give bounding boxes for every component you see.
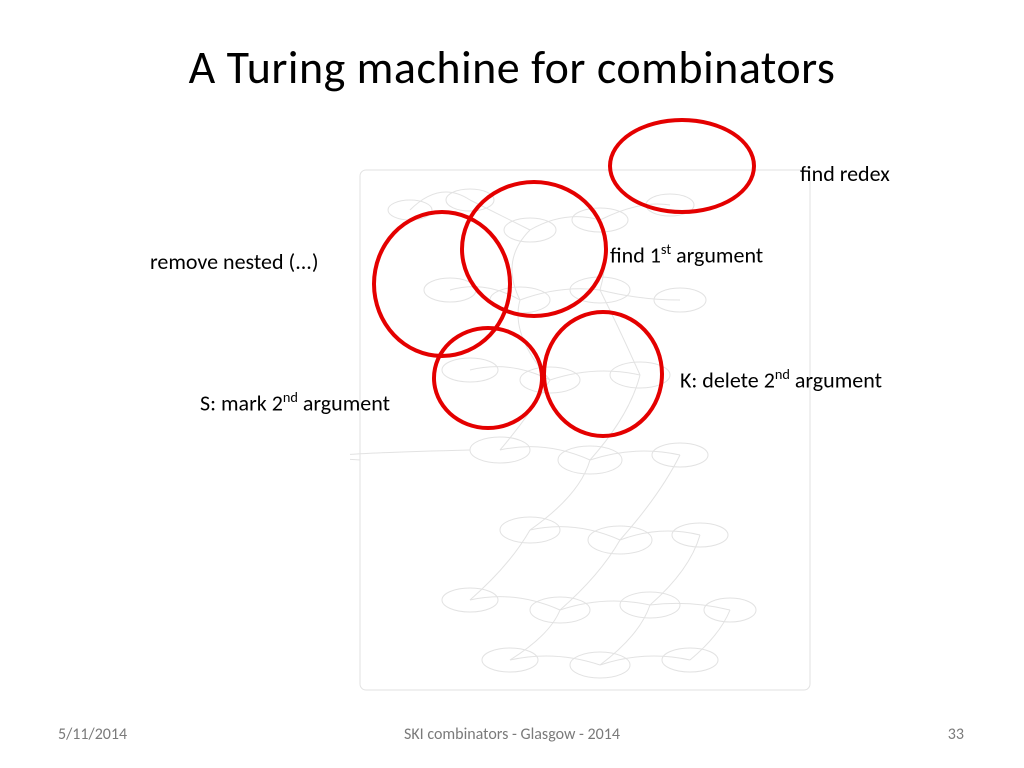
slide-title: A Turing machine for combinators [0,40,1024,96]
ring-s-mark [432,326,544,430]
ring-k-delete [542,310,664,438]
label-remove-nested: remove nested (...) [150,248,319,275]
label-find-redex: find redex [800,160,890,187]
ring-remove-nested [372,210,512,358]
ring-find-redex [608,118,756,214]
footer-page: 33 [948,725,964,744]
label-s-mark: S: mark 2nd argument [200,388,390,416]
state-graph-backdrop [350,140,850,700]
footer-center: SKI combinators - Glasgow - 2014 [0,725,1024,744]
label-k-delete: K: delete 2nd argument [680,365,882,393]
label-find-first-arg: find 1st argument [610,240,763,268]
ring-find-first-arg [460,180,608,318]
